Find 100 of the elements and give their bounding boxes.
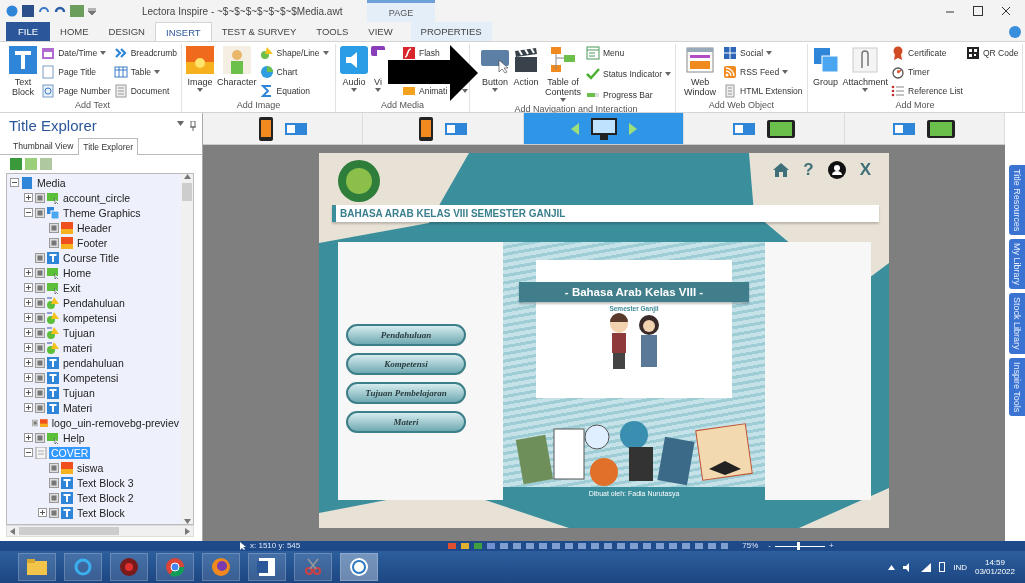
tree-item[interactable]: Footer [75, 236, 110, 249]
ribbon-button[interactable]: Date/Time [40, 46, 112, 59]
ribbon-tab[interactable]: VIEW [358, 22, 403, 41]
phone-icon[interactable] [419, 116, 434, 141]
ribbon-tab[interactable]: INSERT [155, 22, 212, 41]
customize-menu-icon[interactable] [88, 7, 96, 15]
ribbon-button[interactable]: Table of Contents [542, 44, 584, 104]
dropdown-caret-icon[interactable] [766, 50, 773, 55]
visibility-square-icon[interactable] [35, 282, 45, 293]
dropdown-caret-icon[interactable] [322, 50, 329, 55]
expand-icon[interactable] [24, 388, 33, 397]
ribbon-button[interactable]: Button [480, 44, 510, 104]
tree-item[interactable]: Help [61, 431, 87, 444]
exit-button[interactable]: X [859, 160, 871, 180]
ribbon-button[interactable]: Page Number [40, 84, 112, 97]
dropdown-caret-icon[interactable] [177, 120, 184, 126]
ribbon-button[interactable]: Action [511, 44, 541, 104]
visibility-square-icon[interactable] [35, 432, 45, 443]
ribbon-button[interactable]: Audio [339, 44, 369, 100]
dropdown-caret-icon[interactable] [100, 50, 107, 55]
visibility-square-icon[interactable] [35, 267, 45, 278]
taskbar-button[interactable] [340, 553, 378, 581]
ribbon-button[interactable]: Menu [585, 46, 673, 59]
tree-item[interactable]: Tujuan [61, 386, 97, 399]
expand-icon[interactable] [24, 313, 33, 322]
ribbon-button[interactable]: QR Code [964, 46, 1020, 59]
collapse-icon[interactable] [24, 448, 33, 457]
ribbon-button[interactable]: Shape/Line [258, 46, 330, 59]
dropdown-caret-icon[interactable] [862, 88, 869, 92]
visibility-square-icon[interactable] [35, 297, 45, 308]
side-tab[interactable]: Title Resources [1009, 165, 1025, 236]
taskbar-button[interactable] [110, 553, 148, 581]
ribbon-button[interactable]: RSS Feed [722, 65, 804, 78]
expand-icon[interactable] [24, 283, 33, 292]
ribbon-button[interactable]: Text Block [7, 44, 40, 100]
dropdown-caret-icon[interactable] [665, 71, 672, 76]
expand-icon[interactable] [24, 268, 33, 277]
tablet-icon[interactable] [927, 119, 956, 138]
tree-item[interactable]: Media [35, 176, 68, 189]
tree-item[interactable]: Materi [61, 401, 95, 414]
visibility-square-icon[interactable] [35, 387, 45, 398]
scroll-up-icon[interactable] [183, 174, 191, 179]
expand-icon[interactable] [24, 298, 33, 307]
expand-icon[interactable] [24, 373, 33, 382]
ribbon-button[interactable]: Chart [258, 65, 330, 78]
lesson-button[interactable]: Kompetensi [346, 352, 466, 375]
ribbon-tab[interactable]: FILE [6, 22, 51, 41]
home-icon[interactable] [773, 163, 790, 177]
expand-icon[interactable] [24, 358, 33, 367]
visibility-square-icon[interactable] [35, 252, 45, 263]
ribbon-button[interactable]: Character [216, 44, 258, 100]
tree-item[interactable]: Text Block [75, 506, 127, 519]
tree-item[interactable]: materi [61, 341, 95, 354]
pane-tab[interactable]: Thumbnail View [8, 138, 79, 154]
side-tab[interactable]: Stock Library [1009, 293, 1025, 354]
signal-icon[interactable] [921, 562, 932, 572]
dropdown-caret-icon[interactable] [154, 69, 160, 74]
ribbon-button[interactable]: Progress Bar [585, 88, 673, 101]
visibility-square-icon[interactable] [35, 312, 45, 323]
monitor-icon[interactable] [590, 117, 617, 140]
ribbon-button[interactable]: Group [810, 44, 841, 100]
lesson-button[interactable]: Tujuan Pembelajaran [346, 381, 466, 404]
tree-item[interactable]: Exit [61, 281, 83, 294]
tree-item[interactable]: kompetensi [61, 311, 119, 324]
expand-icon[interactable] [24, 433, 33, 442]
lesson-button[interactable]: Pendahuluan [346, 323, 466, 346]
tree-item[interactable]: Pendahuluan [61, 296, 127, 309]
visibility-square-icon[interactable] [49, 477, 59, 488]
dropdown-caret-icon[interactable] [462, 88, 469, 93]
language-indicator[interactable]: IND [953, 562, 967, 572]
visibility-square-icon[interactable] [35, 192, 45, 203]
tree-item[interactable]: Course Title [61, 251, 122, 264]
tree-item[interactable]: Text Block 3 [75, 476, 136, 489]
zoom-in-button[interactable]: + [828, 541, 834, 551]
ribbon-button[interactable]: Animati [401, 84, 470, 97]
zoom-out-button[interactable]: - [768, 541, 771, 551]
visibility-square-icon[interactable] [35, 327, 45, 338]
toggle-switch-icon[interactable] [732, 122, 755, 135]
tree-item[interactable]: pendahuluan [61, 356, 126, 369]
ribbon-button[interactable]: Attachment [841, 44, 890, 100]
ribbon-button[interactable]: Reference List [890, 84, 964, 97]
visibility-square-icon[interactable] [31, 417, 39, 428]
visibility-square-icon[interactable] [49, 462, 59, 473]
app-logo-icon[interactable] [6, 5, 18, 17]
battery-icon[interactable] [939, 562, 946, 572]
tree-item[interactable]: Header [75, 221, 114, 234]
visibility-square-icon[interactable] [49, 237, 59, 248]
toggle-switch-icon[interactable] [893, 122, 916, 135]
zoom-slider[interactable] [774, 542, 825, 550]
ribbon-tab[interactable]: DESIGN [98, 22, 155, 41]
help-button[interactable]: ? [803, 160, 814, 180]
caret-up-icon[interactable] [888, 564, 896, 570]
ribbon-button[interactable]: Timer [890, 65, 964, 78]
tree-item[interactable]: Kompetensi [61, 371, 121, 384]
side-tab[interactable]: Inspire Tools [1009, 357, 1025, 417]
taskbar-button[interactable] [248, 553, 286, 581]
taskbar-button[interactable] [156, 553, 194, 581]
visibility-square-icon[interactable] [35, 342, 45, 353]
maximize-icon[interactable] [973, 6, 983, 16]
expand-icon[interactable] [24, 328, 33, 337]
